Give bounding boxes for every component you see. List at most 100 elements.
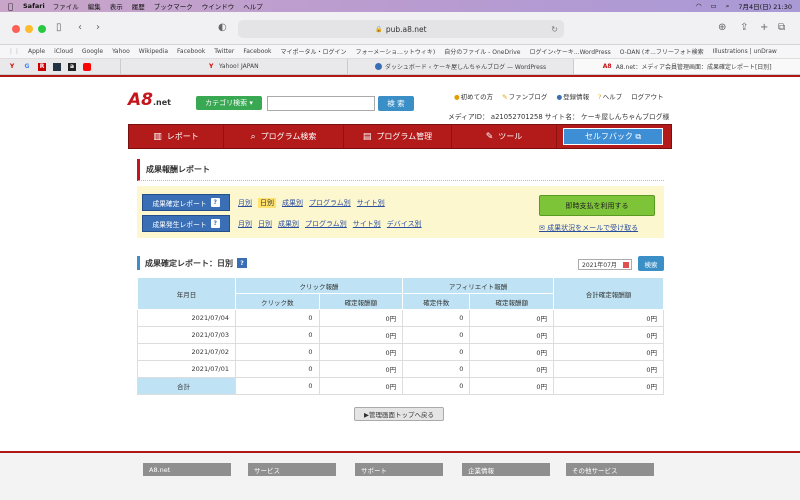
menu-edit[interactable]: 編集 xyxy=(88,1,101,11)
favorite-link[interactable]: ログイン‹ケーキ...WordPress xyxy=(529,47,610,56)
tab-yahoo[interactable]: Y Yahoo! JAPAN xyxy=(120,59,347,74)
menu-file[interactable]: ファイル xyxy=(53,1,79,11)
menu-help[interactable]: ヘルプ xyxy=(243,1,263,11)
month-search-button[interactable]: 検索 xyxy=(638,256,664,271)
tab-overview-icon[interactable]: ⧉ xyxy=(778,22,785,33)
rakuten-favicon-icon[interactable]: R xyxy=(38,62,46,71)
search-button[interactable]: 検 索 xyxy=(378,96,414,111)
footer-a8net[interactable]: A8.net xyxy=(143,463,231,476)
link-logout[interactable]: ログアウト xyxy=(631,91,664,101)
privacy-shield-icon[interactable]: ◐ xyxy=(218,22,227,33)
nav-program-manage[interactable]: ▤ プログラム管理 xyxy=(344,125,452,148)
site-favicon-icon[interactable] xyxy=(53,62,61,71)
wifi-icon[interactable]: ◠ xyxy=(696,2,702,10)
tab-a8[interactable]: A8 A8.net：メディア会員管理画面：成果確定レポート[日別] xyxy=(573,59,800,74)
link-daily[interactable]: 日別 xyxy=(258,197,276,208)
minimize-window-button[interactable] xyxy=(25,25,33,33)
favorite-link[interactable]: iCloud xyxy=(54,48,73,55)
link-fanblog[interactable]: ✎ファンブログ xyxy=(502,91,547,101)
nav-program-search[interactable]: ⌕ プログラム検索 xyxy=(224,125,344,148)
youtube-favicon-icon[interactable] xyxy=(83,62,91,71)
link-beginners[interactable]: ●初めての方 xyxy=(454,91,493,101)
link-by-result[interactable]: 成果別 xyxy=(278,219,299,229)
link-registration[interactable]: ●登録情報 xyxy=(556,91,589,101)
datetime[interactable]: 7月4日(日) 21:30 xyxy=(738,1,792,11)
menu-window[interactable]: ウインドウ xyxy=(202,1,235,11)
header-click-confirmed: 確定報酬額 xyxy=(318,293,404,310)
footer-support[interactable]: サポート xyxy=(355,463,443,476)
link-monthly[interactable]: 月別 xyxy=(238,219,252,229)
address-bar[interactable]: 🔒 pub.a8.net ↻ xyxy=(238,20,564,38)
footer-other-services[interactable]: その他サービス xyxy=(566,463,654,476)
help-icon[interactable]: ? xyxy=(210,219,220,228)
zoom-window-button[interactable] xyxy=(38,25,46,33)
google-favicon-icon[interactable]: G xyxy=(23,63,31,71)
favorite-link[interactable]: Yahoo xyxy=(112,48,130,55)
category-search-button[interactable]: カテゴリ検索 ▾ xyxy=(196,96,262,110)
link-by-program[interactable]: プログラム別 xyxy=(305,219,347,229)
share-icon[interactable]: ⇪ xyxy=(740,22,748,33)
media-info: メディアID： a21052701258 サイト名： ケーキ屋しんちゃんブログ様 xyxy=(448,113,670,121)
favorite-link[interactable]: Apple xyxy=(28,48,45,55)
yahoo-favicon-icon[interactable]: Y xyxy=(8,63,16,71)
sidebar-icon[interactable]: ▯ xyxy=(56,22,62,33)
tab-wordpress[interactable]: ダッシュボード ‹ ケーキ屋しんちゃんブログ — WordPress xyxy=(346,59,574,74)
favorite-link[interactable]: 自分のファイル - OneDrive xyxy=(444,47,520,56)
logo-text: A8 xyxy=(128,90,153,110)
link-help[interactable]: ?ヘルプ xyxy=(598,91,622,101)
menu-view[interactable]: 表示 xyxy=(110,1,123,11)
nav-report[interactable]: ▥ レポート xyxy=(129,125,224,148)
menu-bookmarks[interactable]: ブックマーク xyxy=(154,1,193,11)
back-to-top-button[interactable]: ▶管理画面トップへ戻る xyxy=(354,407,444,421)
favorite-link[interactable]: Google xyxy=(82,48,103,55)
favorite-link[interactable]: Facebook xyxy=(243,48,271,55)
back-icon[interactable]: ‹ xyxy=(78,22,82,33)
tab-label: Yahoo! JAPAN xyxy=(219,63,259,70)
a8-logo[interactable]: A8.net xyxy=(128,90,171,110)
download-icon[interactable]: ⊕ xyxy=(718,22,726,33)
favorite-link[interactable]: Facebook xyxy=(177,48,205,55)
nav-label: ツール xyxy=(498,132,523,141)
calendar-icon[interactable] xyxy=(623,261,629,268)
amazon-favicon-icon[interactable]: a xyxy=(68,62,76,71)
link-by-program[interactable]: プログラム別 xyxy=(309,198,351,208)
selfback-button[interactable]: セルフバック ⧉ xyxy=(563,128,663,145)
mail-notify-link[interactable]: ✉ 成果状況をメールで受け取る xyxy=(539,223,638,233)
grid-icon[interactable]: ⋮⋮ xyxy=(8,48,20,55)
link-by-device[interactable]: デバイス別 xyxy=(387,219,422,229)
search-input[interactable] xyxy=(267,96,375,111)
reload-icon[interactable]: ↻ xyxy=(551,25,558,34)
search-icon[interactable]: ⌕ xyxy=(726,2,730,11)
cell-click-reward: 0円 xyxy=(318,309,404,327)
month-select[interactable]: 2021年07月 xyxy=(578,259,632,270)
help-icon: ? xyxy=(598,93,602,101)
footer-services[interactable]: サービス xyxy=(248,463,336,476)
favorite-link[interactable]: Illustrations | unDraw xyxy=(713,48,777,55)
menu-history[interactable]: 履歴 xyxy=(132,1,145,11)
favorite-link[interactable]: Twitter xyxy=(214,48,234,55)
link-by-result[interactable]: 成果別 xyxy=(282,198,303,208)
link-daily[interactable]: 日別 xyxy=(258,219,272,229)
favorite-link[interactable]: マイポータル・ログイン xyxy=(281,47,347,56)
apple-icon[interactable]:  xyxy=(8,2,17,11)
battery-icon[interactable]: ▭ xyxy=(711,2,717,10)
link-monthly[interactable]: 月別 xyxy=(238,198,252,208)
nav-tools[interactable]: ✎ ツール xyxy=(452,125,557,148)
new-tab-icon[interactable]: + xyxy=(760,22,768,33)
header-affiliate-reward: アフィリエイト報酬 xyxy=(402,277,554,294)
favorite-link[interactable]: O-DAN (オ...フリーフォト検索 xyxy=(620,47,704,56)
forward-icon[interactable]: › xyxy=(96,22,100,33)
close-window-button[interactable] xyxy=(12,25,20,33)
chart-icon: ▥ xyxy=(153,131,162,142)
mail-icon: ✉ xyxy=(539,224,548,232)
favorite-link[interactable]: フォーメーショ...ットウィキ) xyxy=(356,47,436,56)
instant-pay-button[interactable]: 即時支払を利用する xyxy=(539,195,655,216)
favorite-link[interactable]: Wikipedia xyxy=(139,48,168,55)
link-by-site[interactable]: サイト別 xyxy=(353,219,381,229)
app-name[interactable]: Safari xyxy=(23,2,45,10)
header-date: 年月日 xyxy=(137,277,236,310)
help-icon[interactable]: ? xyxy=(210,198,220,207)
link-by-site[interactable]: サイト別 xyxy=(357,198,385,208)
help-icon[interactable]: ? xyxy=(237,258,247,268)
footer-company[interactable]: 企業情報 xyxy=(462,463,550,476)
